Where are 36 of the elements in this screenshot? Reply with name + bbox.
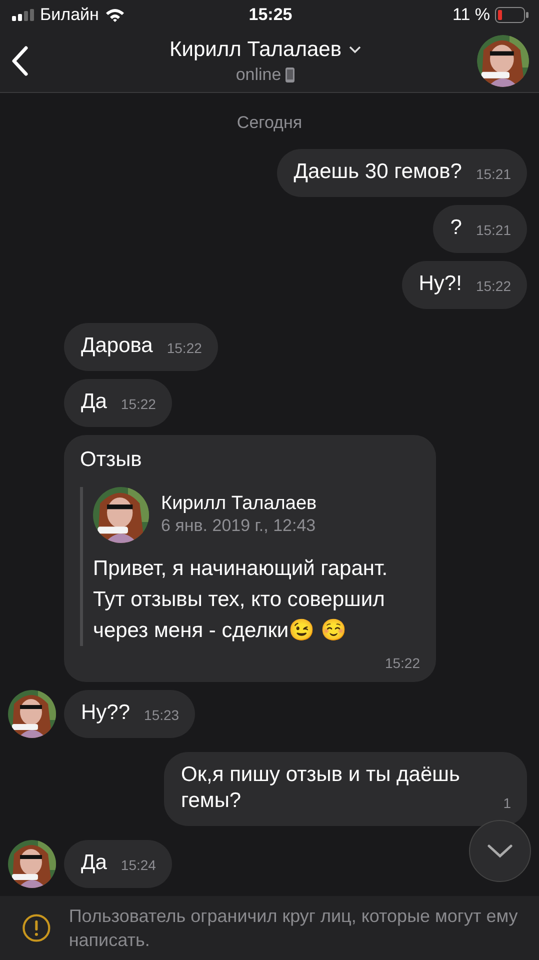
message-text: Да	[81, 390, 107, 413]
wifi-icon	[104, 8, 125, 22]
carrier-name: Билайн	[40, 5, 99, 25]
clock-time: 15:25	[248, 5, 292, 25]
message-time: 15:21	[476, 221, 511, 239]
chevron-down-icon	[349, 46, 362, 54]
message-time: 15:24	[120, 856, 156, 874]
forwarded-text: Привет, я начинающий гарант. Тут отзывы тех, кто совершил через меня - сделки😉 ☺	[93, 556, 389, 644]
message-text: Ну?!	[418, 272, 462, 295]
message-time: 1	[503, 794, 511, 812]
notice-text: Пользователь ограничил круг лиц, которые могут ему написать.	[68, 905, 519, 952]
message-time: 15:22	[476, 277, 511, 295]
contact-name[interactable]: Кирилл Талалаев	[170, 38, 362, 62]
message-text: Да	[81, 851, 107, 874]
battery-percent: 11 %	[452, 5, 490, 25]
chevron-down-icon	[487, 844, 513, 858]
message-time: 15:21	[476, 165, 511, 183]
warning-icon	[22, 911, 51, 945]
message-time: 15:22	[120, 395, 156, 413]
date-divider: Сегодня	[236, 113, 302, 133]
message-text: ?	[450, 216, 462, 239]
message-text: Дарова	[81, 334, 153, 357]
online-status: online	[236, 64, 282, 84]
battery-icon	[495, 7, 530, 23]
signal-icon	[12, 9, 34, 21]
back-icon	[10, 45, 30, 77]
phone-icon	[285, 66, 296, 82]
message-time: 15:23	[144, 706, 180, 724]
author-name: Кирилл Талалаев	[161, 493, 317, 515]
message-text: Отзыв	[80, 447, 143, 473]
message-time: 15:22	[166, 339, 202, 357]
message-text: Ок,я пишу отзыв и ты даёшь гемы?	[181, 763, 460, 812]
message-time: 15:22	[384, 654, 420, 672]
message-text: Ну??	[81, 701, 130, 724]
message-date: 6 янв. 2019 г., 12:43	[161, 515, 317, 537]
message-text: Даешь 30 гемов?	[294, 160, 462, 183]
